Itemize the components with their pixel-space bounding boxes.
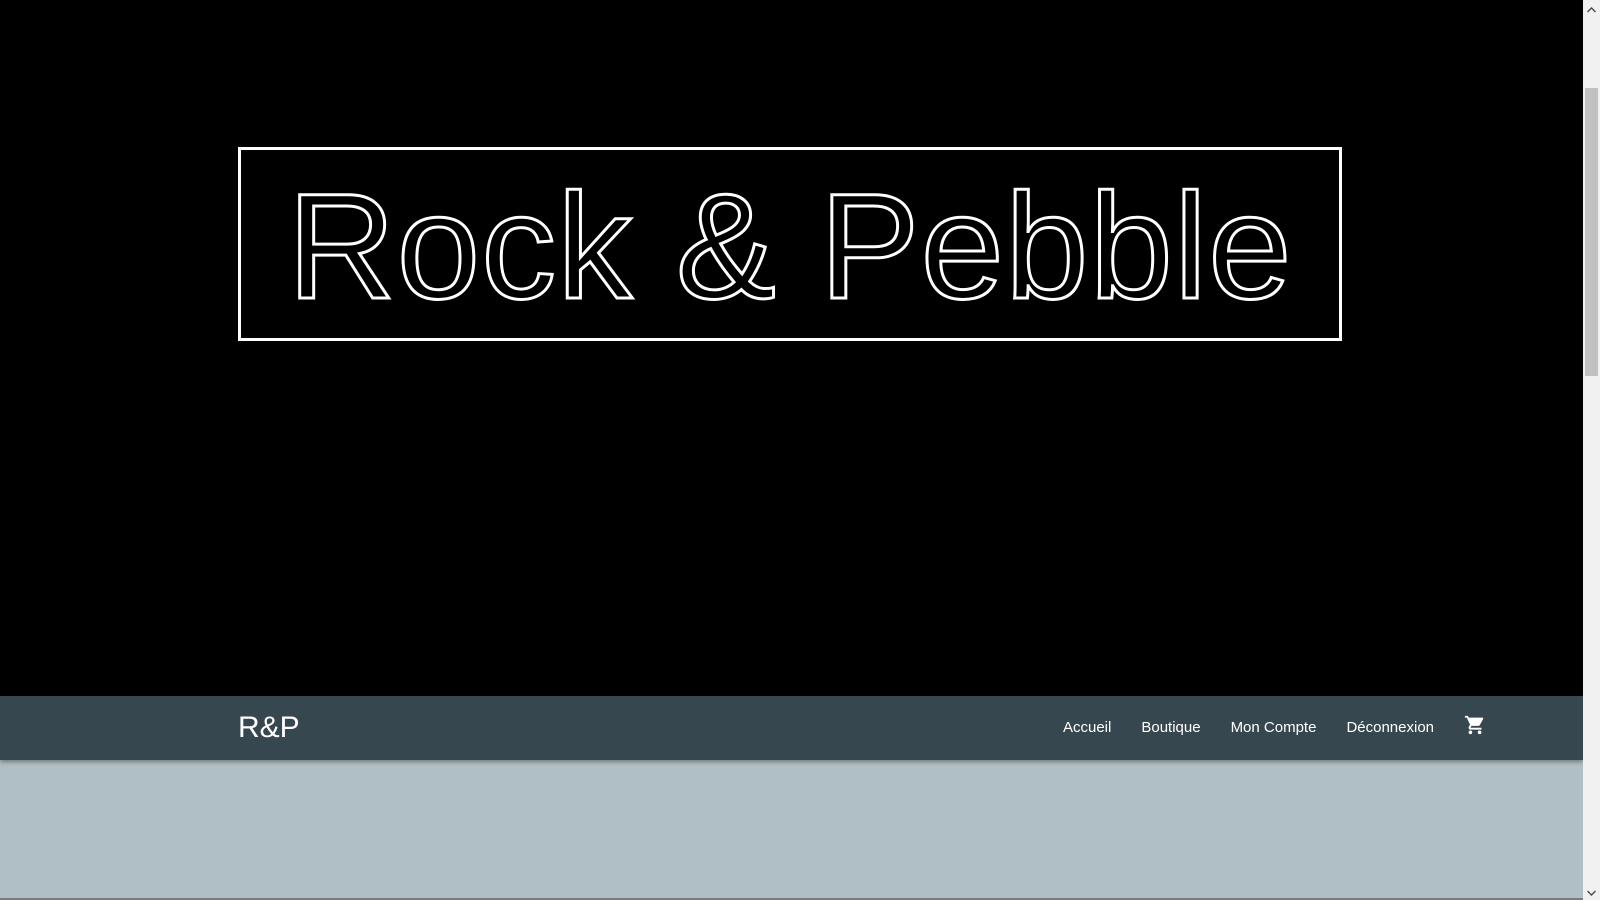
brand-logo-link[interactable]: R&P bbox=[238, 696, 300, 760]
nav-link-accueil[interactable]: Accueil bbox=[1048, 719, 1126, 736]
vertical-scrollbar[interactable] bbox=[1583, 0, 1600, 900]
content-section bbox=[0, 760, 1583, 900]
page-content: Rock & Pebble R&P Accueil Boutique Mon C… bbox=[0, 0, 1583, 900]
shopping-cart-icon bbox=[1464, 715, 1486, 739]
chevron-down-icon bbox=[1586, 883, 1597, 900]
main-navbar: R&P Accueil Boutique Mon Compte Déconnex… bbox=[0, 696, 1583, 760]
hero-title: Rock & Pebble bbox=[286, 162, 1293, 330]
scroll-up-button[interactable] bbox=[1583, 0, 1600, 17]
scroll-down-button[interactable] bbox=[1583, 883, 1600, 900]
nav-link-boutique[interactable]: Boutique bbox=[1126, 719, 1215, 736]
cart-button[interactable] bbox=[1449, 696, 1501, 760]
hero-section: Rock & Pebble bbox=[0, 0, 1583, 696]
nav-link-mon-compte[interactable]: Mon Compte bbox=[1216, 719, 1332, 736]
hero-title-frame: Rock & Pebble bbox=[238, 147, 1342, 341]
nav-link-deconnexion[interactable]: Déconnexion bbox=[1331, 719, 1449, 736]
browser-viewport: Rock & Pebble R&P Accueil Boutique Mon C… bbox=[0, 0, 1600, 900]
chevron-up-icon bbox=[1586, 0, 1597, 18]
scrollbar-thumb[interactable] bbox=[1585, 88, 1598, 376]
nav-links: Accueil Boutique Mon Compte Déconnexion bbox=[1048, 696, 1501, 760]
